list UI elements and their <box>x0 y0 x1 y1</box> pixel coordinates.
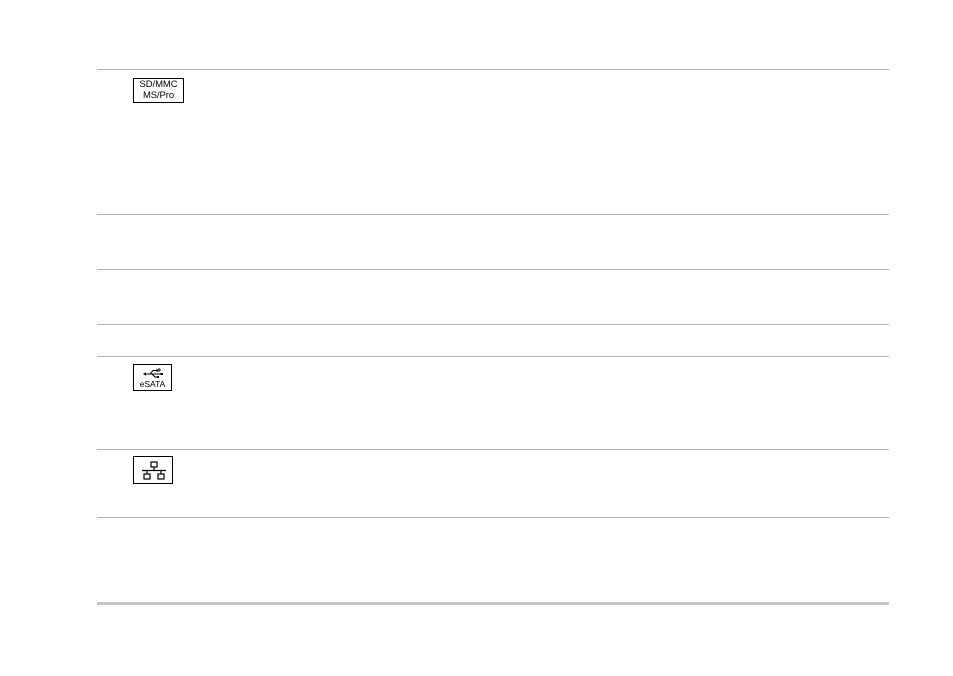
sd-icon-label-line1: SD/MMC <box>139 79 178 90</box>
network-topology-icon <box>142 461 166 480</box>
sd-icon-label-line2: MS/Pro <box>142 89 175 101</box>
usb-esata-icon: eSATA <box>133 364 172 391</box>
network-icon <box>133 456 173 484</box>
table-row <box>97 215 889 269</box>
table-row <box>97 325 889 356</box>
table-bottom-rule <box>97 602 889 605</box>
table-row <box>97 270 889 324</box>
esata-icon-label: eSATA <box>139 379 166 389</box>
table-row <box>97 518 889 602</box>
table-row <box>97 357 889 449</box>
usb-trident-icon <box>143 368 163 378</box>
table-row <box>97 450 889 517</box>
table-row <box>97 70 889 214</box>
document-page: SD/MMC MS/Pro eSATA <box>0 0 953 676</box>
sd-mmc-ms-pro-icon: SD/MMC MS/Pro <box>133 78 184 103</box>
